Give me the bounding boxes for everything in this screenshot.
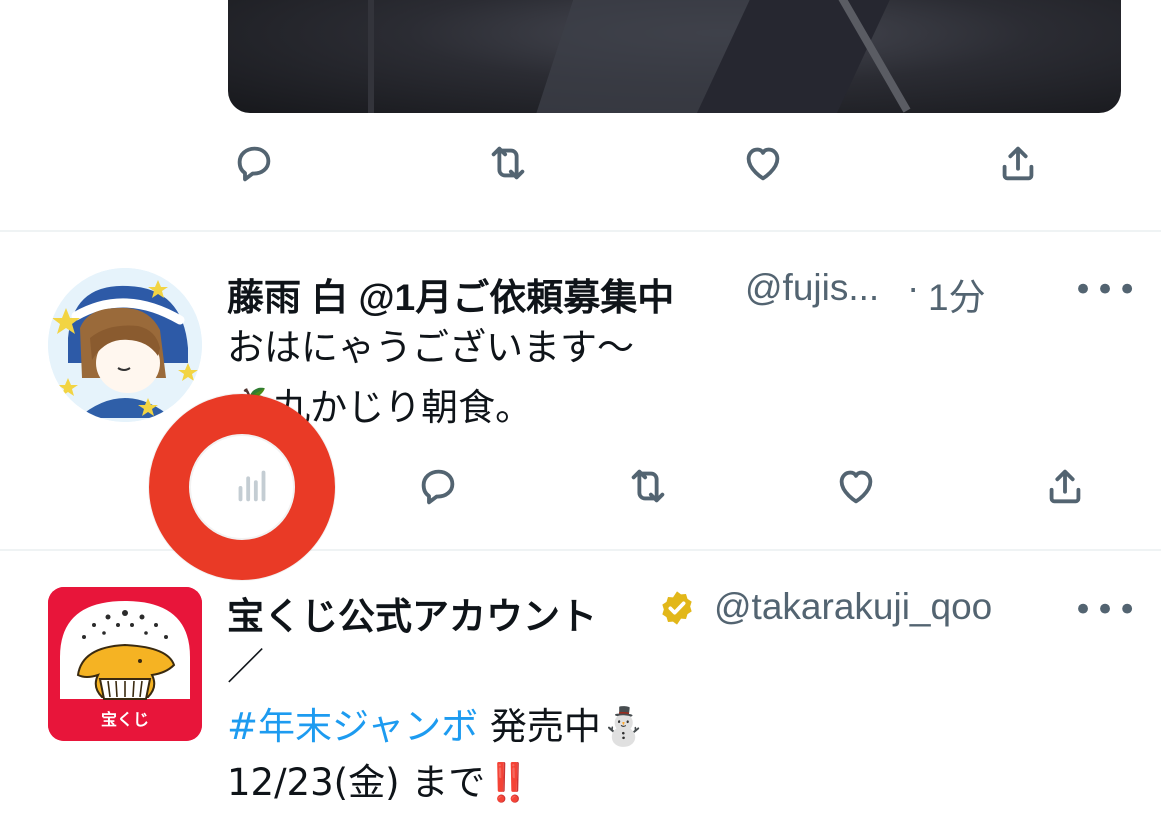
tweet-divider xyxy=(0,230,1161,232)
avatar[interactable] xyxy=(48,268,202,422)
retweet-icon xyxy=(631,469,665,503)
user-handle[interactable]: @fujis... xyxy=(745,267,879,309)
user-handle[interactable]: @takarakuji_qoo xyxy=(714,586,992,628)
display-name[interactable]: 宝くじ公式アカウント xyxy=(227,586,597,640)
tweet-text-line: おはにゃうございます〜 xyxy=(227,326,634,369)
avatar[interactable]: 宝くじ xyxy=(48,587,202,741)
avatar-illustration xyxy=(48,268,202,422)
meta-separator: · xyxy=(907,267,920,308)
like-icon xyxy=(839,470,873,504)
like-button[interactable] xyxy=(826,456,886,516)
tweet-text-line-2: #年末ジャンボ 発売中⛄ xyxy=(227,705,647,748)
display-name[interactable]: 藤雨 白 @1月ご依頼募集中 xyxy=(227,267,674,321)
svg-text:宝くじ: 宝くじ xyxy=(101,710,149,729)
share-icon xyxy=(1002,146,1034,181)
verified-badge-icon xyxy=(657,588,697,628)
tweet-text-line-3: 12/23(金) まで‼️ xyxy=(227,761,532,804)
hashtag-link[interactable]: #年末ジャンボ xyxy=(227,705,478,748)
lottery-logo-icon: 宝くじ xyxy=(48,587,202,741)
retweet-button[interactable] xyxy=(618,456,678,516)
reply-button[interactable] xyxy=(408,456,468,516)
timestamp[interactable]: 1分 xyxy=(928,267,986,321)
like-button[interactable] xyxy=(733,133,793,193)
share-icon xyxy=(1049,469,1081,504)
share-button[interactable] xyxy=(988,133,1048,193)
tweet-media-image[interactable] xyxy=(228,0,1121,113)
tweet-text-line: ／ xyxy=(227,645,264,688)
reply-icon xyxy=(421,469,455,505)
retweet-button[interactable] xyxy=(478,133,538,193)
more-options-icon[interactable]: ••• xyxy=(1073,270,1139,310)
touch-indicator-ring xyxy=(149,394,335,580)
share-button[interactable] xyxy=(1035,456,1095,516)
snowman-emoji: ⛄ xyxy=(600,705,647,748)
exclamation-emoji: ‼️ xyxy=(485,761,532,804)
more-options-icon[interactable]: ••• xyxy=(1073,590,1139,630)
like-icon xyxy=(746,147,780,181)
reply-icon xyxy=(237,146,271,182)
reply-button[interactable] xyxy=(224,133,284,193)
retweet-icon xyxy=(491,146,525,180)
